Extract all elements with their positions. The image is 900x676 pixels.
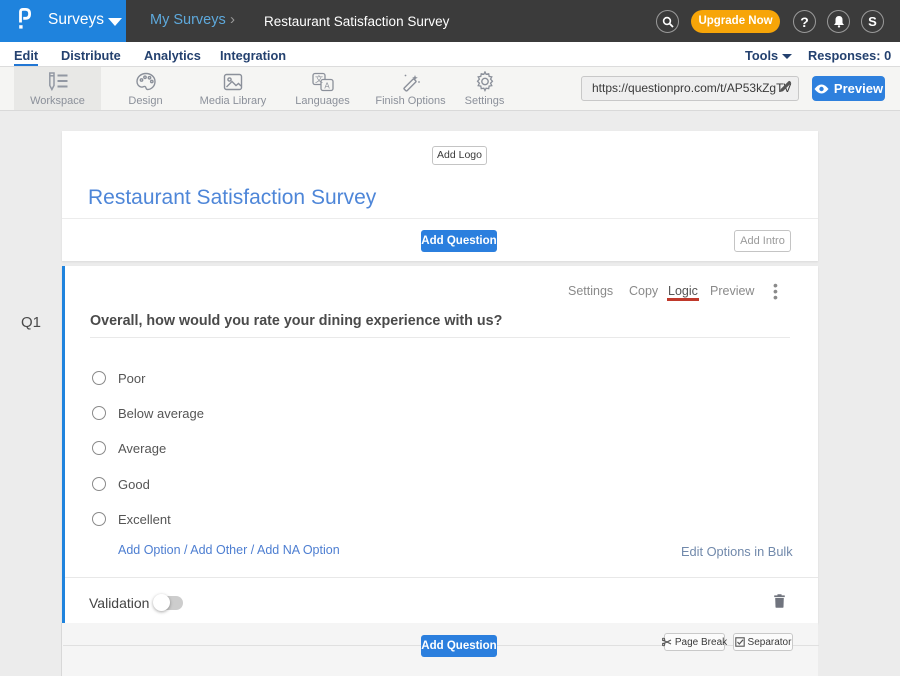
svg-text:A: A [324,82,330,91]
svg-text:文: 文 [315,74,323,84]
